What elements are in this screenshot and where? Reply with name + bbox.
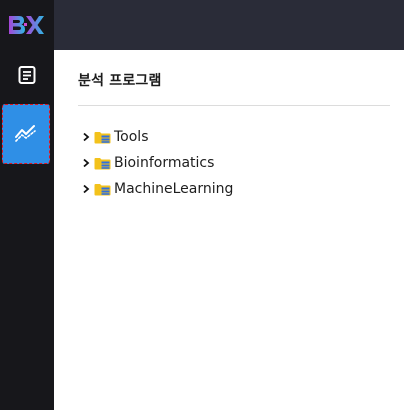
folder-icon bbox=[94, 183, 111, 196]
tree-item-machinelearning[interactable]: MachineLearning bbox=[80, 176, 233, 202]
folder-icon bbox=[94, 157, 111, 170]
program-tree: Tools Bioinformatics MachineLearning bbox=[80, 124, 233, 202]
tree-item-bioinformatics[interactable]: Bioinformatics bbox=[80, 150, 233, 176]
chart-trend-icon bbox=[14, 122, 38, 146]
main-content: 분석 프로그램 Tools Bioinformatics MachineLear… bbox=[54, 50, 404, 410]
tree-item-tools[interactable]: Tools bbox=[80, 124, 233, 150]
app-logo[interactable] bbox=[6, 11, 46, 39]
sidebar bbox=[0, 0, 54, 410]
top-bar bbox=[54, 0, 404, 50]
chevron-right-icon[interactable] bbox=[80, 157, 92, 169]
folder-icon bbox=[94, 131, 111, 144]
app-root: 분석 프로그램 Tools Bioinformatics MachineLear… bbox=[0, 0, 404, 410]
nav-documents[interactable] bbox=[0, 55, 54, 99]
tree-item-label[interactable]: Bioinformatics bbox=[114, 155, 214, 171]
chevron-right-icon[interactable] bbox=[80, 131, 92, 143]
chevron-right-icon[interactable] bbox=[80, 183, 92, 195]
page-title: 분석 프로그램 bbox=[78, 73, 162, 89]
tree-item-label[interactable]: Tools bbox=[114, 129, 149, 145]
document-icon bbox=[17, 65, 37, 89]
title-divider bbox=[78, 105, 390, 106]
tree-item-label[interactable]: MachineLearning bbox=[114, 181, 233, 197]
nav-analysis-programs[interactable] bbox=[2, 104, 50, 164]
